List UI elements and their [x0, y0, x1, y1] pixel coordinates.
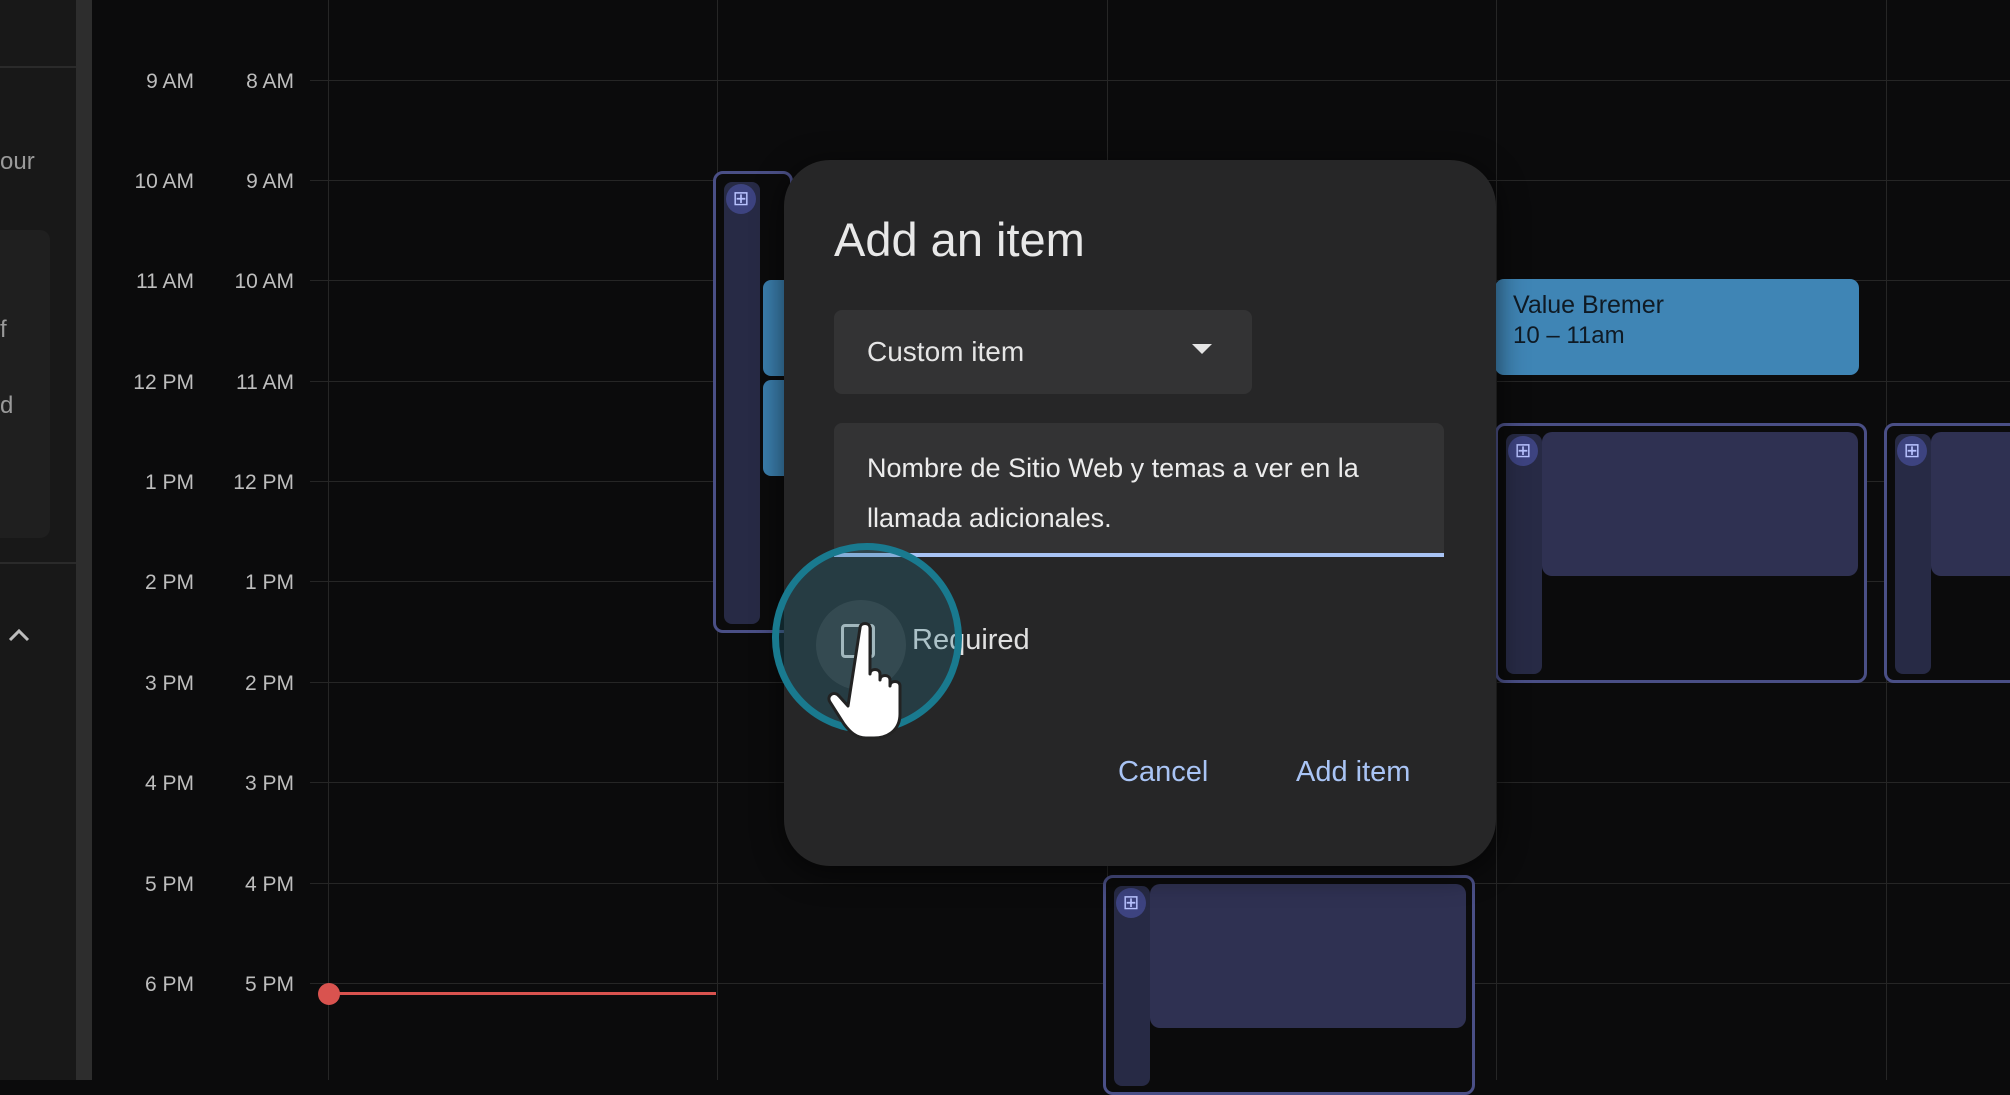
time-label: 4 PM: [144, 772, 194, 795]
appointment-schedule-block[interactable]: ⊞: [1103, 875, 1475, 1095]
add-item-dialog: Add an item Custom item Nombre de Sitio …: [784, 160, 1496, 866]
item-text-field[interactable]: Nombre de Sitio Web y temas a ver en la …: [834, 423, 1444, 557]
appointment-schedule-icon: ⊞: [1116, 888, 1146, 918]
caret-down-icon: [1192, 344, 1212, 354]
sidebar-text-fragment: f: [0, 316, 7, 343]
time-label: 11 AM: [136, 270, 194, 293]
time-label-secondary: 8 AM: [246, 70, 294, 93]
time-label-secondary: 10 AM: [234, 270, 294, 293]
time-label-secondary: 5 PM: [244, 973, 294, 996]
appointment-schedule-icon: ⊞: [726, 184, 756, 214]
dialog-title: Add an item: [834, 213, 1085, 266]
appointment-slot[interactable]: [1931, 432, 2010, 576]
appointment-schedule-block[interactable]: ⊞: [1884, 423, 2010, 683]
event-time: 10 – 11am: [1513, 322, 1625, 349]
current-time-dot: [318, 983, 340, 1005]
sidebar-text-fragment: our: [0, 148, 35, 175]
hour-line: [310, 80, 2010, 81]
time-label: 1 PM: [144, 471, 194, 494]
sidebar-divider: [0, 66, 76, 68]
time-label: 12 PM: [133, 371, 194, 394]
hand-pointer-icon: [827, 622, 902, 740]
item-type-select[interactable]: Custom item: [834, 310, 1252, 394]
event-card[interactable]: Value Bremer 10 – 11am: [1495, 279, 1859, 375]
time-label: 9 AM: [146, 70, 194, 93]
time-label-secondary: 2 PM: [244, 672, 294, 695]
time-label-secondary: 4 PM: [244, 873, 294, 896]
appointment-strip: [1895, 434, 1931, 674]
time-label-secondary: 1 PM: [244, 571, 294, 594]
left-sidebar: our f d: [0, 0, 76, 1080]
sidebar-panel: f d: [0, 230, 50, 538]
item-type-value: Custom item: [867, 336, 1025, 367]
time-label-secondary: 11 AM: [236, 371, 294, 394]
scrollbar[interactable]: [76, 0, 92, 1080]
sidebar-text-fragment: d: [0, 392, 14, 419]
appointment-schedule-icon: ⊞: [1508, 436, 1538, 466]
current-time-line: [330, 992, 716, 995]
time-label: 5 PM: [144, 873, 194, 896]
appointment-slot[interactable]: [1542, 432, 1858, 576]
appointment-slot[interactable]: [1150, 884, 1466, 1028]
appointment-strip: [1506, 434, 1542, 674]
chevron-up-icon[interactable]: [4, 620, 34, 650]
appointment-schedule-block[interactable]: ⊞: [1495, 423, 1867, 683]
cancel-button[interactable]: Cancel: [1118, 756, 1208, 789]
event-title: Value Bremer: [1513, 291, 1664, 319]
time-label-secondary: 12 PM: [233, 471, 294, 494]
time-label: 10 AM: [134, 170, 194, 193]
sidebar-divider: [0, 562, 76, 564]
appointment-strip: [724, 182, 760, 624]
time-label: 6 PM: [144, 973, 194, 996]
time-label: 2 PM: [144, 571, 194, 594]
time-label: 3 PM: [144, 672, 194, 695]
appointment-schedule-icon: ⊞: [1897, 436, 1927, 466]
day-divider: [328, 0, 329, 1080]
time-label-secondary: 9 AM: [246, 170, 294, 193]
add-item-button[interactable]: Add item: [1296, 756, 1410, 789]
time-label-secondary: 3 PM: [244, 772, 294, 795]
